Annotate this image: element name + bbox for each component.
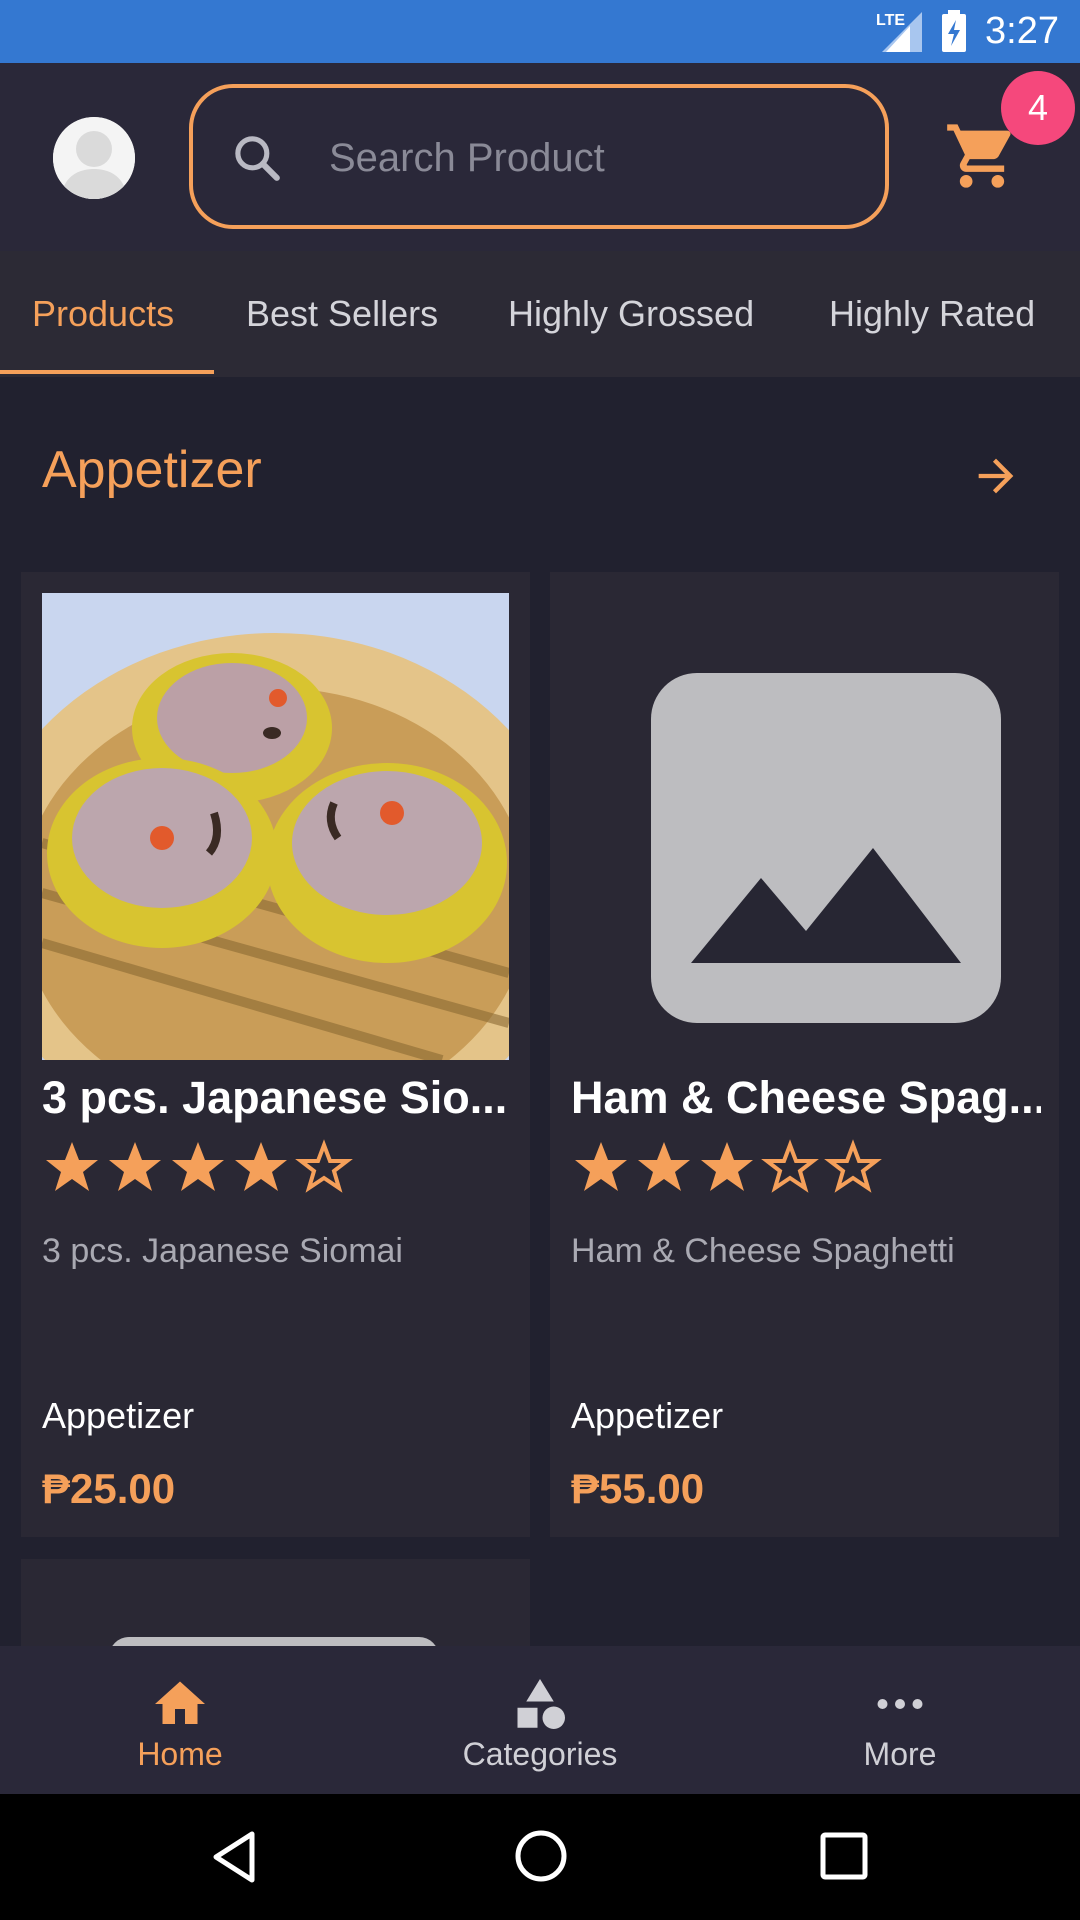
- product-description: Ham & Cheese Spaghetti: [571, 1232, 955, 1270]
- battery-icon: [942, 10, 966, 52]
- tab-highly-grossed[interactable]: Highly Grossed: [508, 251, 754, 377]
- product-name: Ham & Cheese Spag...: [571, 1072, 1041, 1123]
- star-filled-icon: [701, 1142, 753, 1191]
- nav-more-label: More: [863, 1736, 937, 1772]
- product-card[interactable]: [21, 1559, 530, 1657]
- back-icon[interactable]: [210, 1830, 260, 1884]
- product-category: Appetizer: [42, 1395, 195, 1436]
- status-bar: LTE 3:27: [0, 0, 1080, 63]
- product-price: ₱25.00: [42, 1465, 176, 1512]
- home-icon: [155, 1681, 205, 1724]
- tab-indicator: [0, 370, 214, 374]
- nav-more[interactable]: More: [720, 1646, 1080, 1794]
- system-navigation-bar: [0, 1794, 1080, 1920]
- cart-count-badge: 4: [1001, 71, 1075, 145]
- star-outline-icon: [295, 1139, 353, 1193]
- star-outline-icon: [761, 1139, 819, 1193]
- search-box[interactable]: [189, 84, 889, 229]
- product-category: Appetizer: [571, 1395, 724, 1436]
- product-price: ₱55.00: [571, 1465, 705, 1512]
- nav-home-label: Home: [137, 1736, 223, 1772]
- star-filled-icon: [575, 1142, 627, 1191]
- rating-stars: [42, 1137, 362, 1197]
- image-placeholder: [571, 593, 1038, 1060]
- categories-icon: [517, 1679, 565, 1729]
- search-icon: [235, 136, 280, 181]
- bottom-navigation: Home Categories More: [0, 1646, 1080, 1794]
- product-card[interactable]: Ham & Cheese Spag... Ham & Cheese Spaghe…: [550, 572, 1059, 1537]
- section-title: Appetizer: [42, 441, 262, 499]
- nav-categories-label: Categories: [462, 1736, 618, 1772]
- nav-categories[interactable]: Categories: [360, 1646, 720, 1794]
- signal-icon: [882, 12, 922, 52]
- app-header: 4: [0, 63, 1080, 251]
- clock: 3:27: [985, 10, 1059, 52]
- star-filled-icon: [172, 1142, 224, 1191]
- tab-best-sellers[interactable]: Best Sellers: [246, 251, 438, 377]
- star-outline-icon: [824, 1139, 882, 1193]
- product-image: [42, 593, 509, 1060]
- rating-stars: [571, 1137, 891, 1197]
- tab-highly-rated[interactable]: Highly Rated: [829, 251, 1035, 377]
- home-circle-icon[interactable]: [514, 1829, 568, 1883]
- user-icon: [53, 117, 135, 199]
- product-card[interactable]: 3 pcs. Japanese Sio... 3 pcs. Japanese S…: [21, 572, 530, 1537]
- nav-home[interactable]: Home: [0, 1646, 360, 1794]
- tab-bar: Products Best Sellers Highly Grossed Hig…: [0, 251, 1080, 377]
- star-filled-icon: [638, 1142, 690, 1191]
- product-name: 3 pcs. Japanese Sio...: [42, 1072, 508, 1123]
- more-icon: [877, 1699, 923, 1709]
- star-filled-icon: [109, 1142, 161, 1191]
- star-filled-icon: [46, 1142, 98, 1191]
- recents-icon[interactable]: [820, 1832, 868, 1880]
- product-description: 3 pcs. Japanese Siomai: [42, 1232, 403, 1270]
- tab-products[interactable]: Products: [32, 251, 174, 377]
- star-filled-icon: [235, 1142, 287, 1191]
- avatar[interactable]: [53, 117, 135, 199]
- image-placeholder-icon: [691, 848, 961, 963]
- search-input[interactable]: [327, 116, 851, 200]
- arrow-right-icon[interactable]: [970, 450, 1022, 502]
